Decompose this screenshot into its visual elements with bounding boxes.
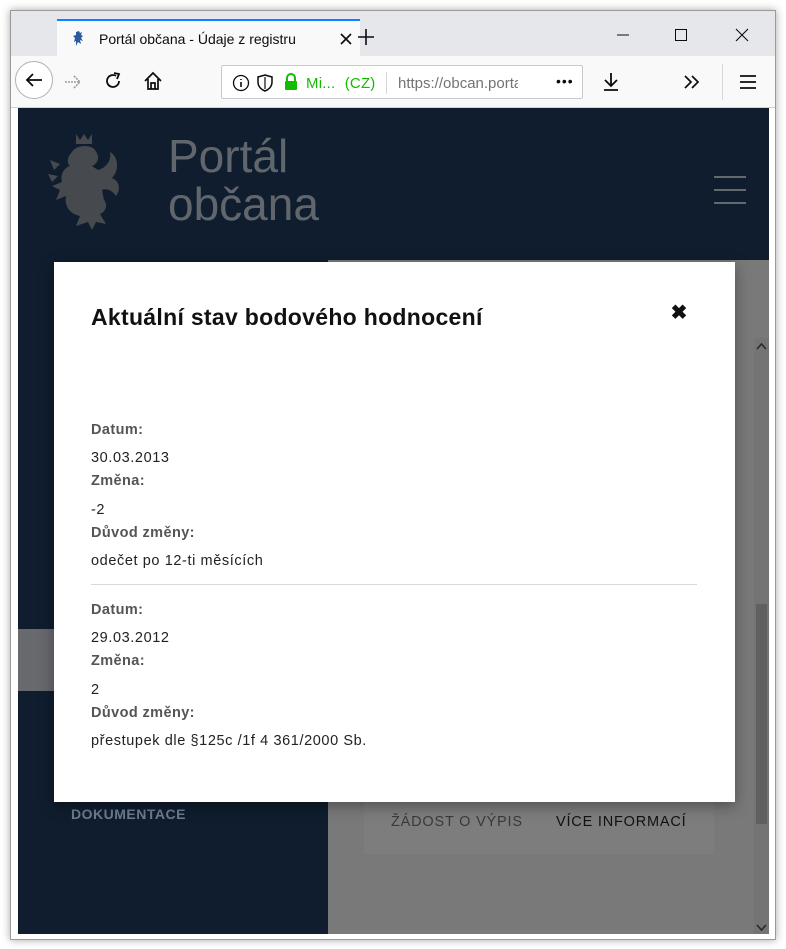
change-value: 2 xyxy=(91,682,100,698)
site-identity[interactable]: Mi... (CZ) xyxy=(306,75,376,92)
forward-arrow-icon[interactable] xyxy=(63,72,83,92)
reason-label: Důvod změny: xyxy=(91,525,195,541)
more-info-button[interactable]: VÍCE INFORMACÍ xyxy=(556,814,686,830)
info-icon[interactable] xyxy=(232,74,250,92)
browser-tab[interactable]: Portál občana - Údaje z registru xyxy=(57,19,360,56)
close-tab-icon[interactable] xyxy=(337,30,355,48)
date-value: 30.03.2013 xyxy=(91,450,170,466)
url-separator xyxy=(386,72,387,94)
change-label: Změna: xyxy=(91,473,145,489)
back-button[interactable] xyxy=(15,61,53,99)
home-icon[interactable] xyxy=(142,70,164,92)
browser-window: Portál občana - Údaje z registru Mi... (… xyxy=(10,10,776,940)
lion-favicon-icon xyxy=(73,31,83,46)
date-label: Datum: xyxy=(91,422,144,438)
change-value: -2 xyxy=(91,502,106,518)
url-text[interactable]: https://obcan.portal.gov.cz xyxy=(398,75,518,92)
close-window-icon[interactable] xyxy=(734,27,750,43)
back-arrow-icon xyxy=(25,73,42,87)
page-actions-icon[interactable]: ••• xyxy=(556,73,574,89)
reason-value: odečet po 12-ti měsících xyxy=(91,553,264,569)
navigation-bar: Mi... (CZ) https://obcan.portal.gov.cz •… xyxy=(11,56,775,108)
modal-title: Aktuální stav bodového hodnocení xyxy=(91,304,483,330)
minimize-icon[interactable] xyxy=(615,27,631,43)
download-icon[interactable] xyxy=(601,71,621,93)
toolbar-separator xyxy=(722,64,723,100)
reason-label: Důvod změny: xyxy=(91,705,195,721)
reload-icon[interactable] xyxy=(103,71,123,91)
shield-icon[interactable] xyxy=(256,73,274,93)
overflow-chevron-icon[interactable] xyxy=(682,72,702,92)
date-label: Datum: xyxy=(91,602,144,618)
lock-icon[interactable] xyxy=(282,72,300,92)
date-value: 29.03.2012 xyxy=(91,630,170,646)
tab-title: Portál občana - Údaje z registru xyxy=(99,31,296,47)
maximize-icon[interactable] xyxy=(673,27,689,43)
identity-name: Mi... xyxy=(306,75,336,92)
url-bar[interactable]: Mi... (CZ) https://obcan.portal.gov.cz •… xyxy=(221,65,583,99)
menu-icon[interactable] xyxy=(738,72,758,92)
sidebar-item-dokumentace[interactable]: DOKUMENTACE xyxy=(71,806,186,822)
new-tab-icon[interactable] xyxy=(356,27,376,47)
request-extract-button[interactable]: ŽÁDOST O VÝPIS xyxy=(391,814,523,830)
close-icon[interactable]: ✖ xyxy=(668,302,690,324)
tab-bar: Portál občana - Údaje z registru xyxy=(11,11,775,56)
identity-country: (CZ) xyxy=(344,75,376,92)
web-page: Portál občana DOKUMENTACE ŽÁDOST O VÝPIS… xyxy=(18,108,769,934)
reason-value: přestupek dle §125c /1f 4 361/2000 Sb. xyxy=(91,733,367,749)
points-modal: Aktuální stav bodového hodnocení ✖ Datum… xyxy=(54,262,735,802)
change-label: Změna: xyxy=(91,653,145,669)
entry-divider xyxy=(91,584,697,585)
